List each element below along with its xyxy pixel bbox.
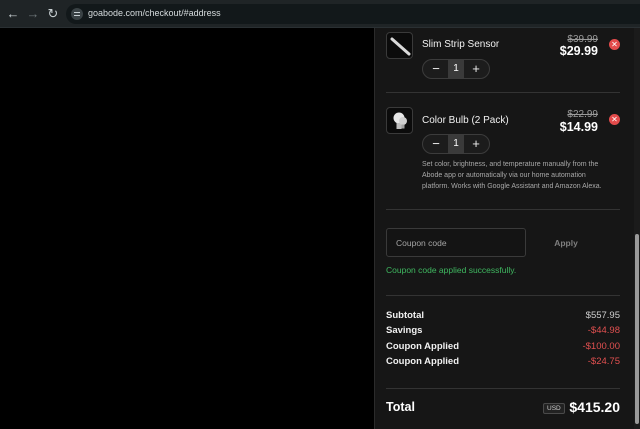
- arrow-right-icon[interactable]: →: [25, 6, 41, 22]
- item-price: $14.99: [559, 120, 598, 134]
- increase-quantity-button[interactable]: +: [466, 61, 486, 77]
- scrollbar-thumb[interactable]: [635, 234, 639, 424]
- total-label: Total: [386, 400, 415, 414]
- item-divider: [386, 209, 620, 210]
- url-text: goabode.com/checkout/#address: [88, 8, 221, 18]
- bulb-thumbnail: [386, 107, 413, 134]
- increase-quantity-button[interactable]: +: [466, 136, 486, 152]
- item-price: $29.99: [559, 44, 598, 58]
- quantity-value: 1: [448, 60, 464, 78]
- quantity-stepper: − 1 +: [422, 59, 490, 79]
- reload-icon[interactable]: ↻: [45, 6, 61, 22]
- item-description: Set color, brightness, and temperature m…: [422, 161, 602, 190]
- close-icon[interactable]: ✕: [609, 114, 620, 125]
- quantity-value: 1: [448, 135, 464, 153]
- address-bar[interactable]: goabode.com/checkout/#address: [66, 4, 640, 24]
- arrow-left-icon[interactable]: ←: [5, 6, 21, 22]
- close-icon[interactable]: ✕: [609, 39, 620, 50]
- coupon-applied-value: -$100.00: [582, 341, 620, 352]
- checkout-form-area: [0, 28, 374, 429]
- total-divider: [386, 388, 620, 389]
- subtotal-value: $557.95: [585, 310, 620, 321]
- savings-value: -$44.98: [587, 325, 620, 336]
- color-bulb-image: [393, 112, 407, 129]
- total-value: $415.20: [569, 399, 620, 415]
- coupon-applied-label: Coupon Applied: [386, 356, 459, 367]
- apply-coupon-button[interactable]: Apply: [540, 236, 592, 250]
- scrollbar[interactable]: [634, 28, 640, 429]
- summary-divider: [386, 295, 620, 296]
- item-name: Slim Strip Sensor: [422, 39, 500, 50]
- item-divider: [386, 92, 620, 93]
- decrease-quantity-button[interactable]: −: [426, 61, 446, 77]
- quantity-stepper: − 1 +: [422, 134, 490, 154]
- item-original-price: $22.99: [567, 109, 598, 120]
- coupon-applied-label: Coupon Applied: [386, 341, 459, 352]
- item-name: Color Bulb (2 Pack): [422, 115, 509, 126]
- browser-toolbar: ← → ↻ goabode.com/checkout/#address: [0, 0, 640, 28]
- subtotal-label: Subtotal: [386, 310, 424, 321]
- strip-sensor-image: [390, 37, 411, 56]
- coupon-applied-value: -$24.75: [587, 356, 620, 367]
- coupon-input[interactable]: [386, 228, 526, 257]
- decrease-quantity-button[interactable]: −: [426, 136, 446, 152]
- coupon-success-message: Coupon code applied successfully.: [386, 265, 517, 275]
- site-info-icon[interactable]: [71, 8, 83, 20]
- savings-label: Savings: [386, 325, 423, 336]
- sensor-thumbnail: [386, 32, 413, 59]
